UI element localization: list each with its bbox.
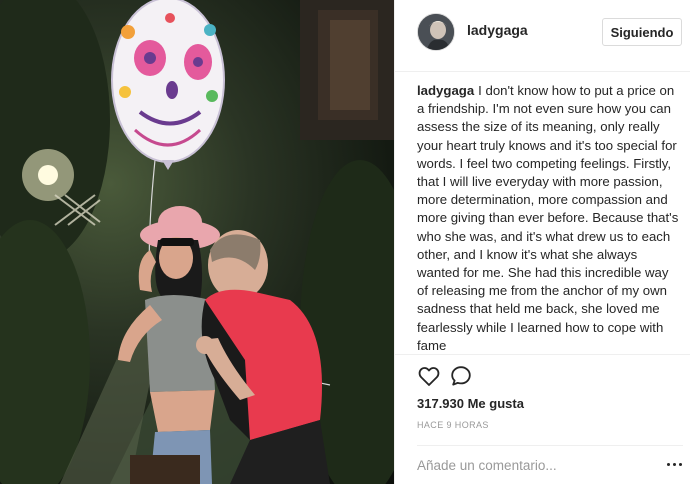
caption: ladygaga I don't know how to put a price … (417, 82, 683, 354)
username-link[interactable]: ladygaga (467, 22, 528, 38)
photo-illustration (0, 0, 394, 484)
skull-balloon (111, 0, 225, 170)
caption-text: I don't know how to put a price on a fri… (417, 83, 679, 353)
post-details-panel: ladygaga Siguiendo ladygaga I don't know … (394, 0, 690, 484)
comment-input[interactable] (417, 455, 647, 475)
following-button[interactable]: Siguiendo (602, 18, 682, 46)
heart-icon[interactable] (417, 364, 441, 388)
caption-container: ladygaga I don't know how to put a price … (417, 82, 683, 354)
divider (417, 445, 683, 446)
comment-icon[interactable] (449, 364, 473, 388)
post-header: ladygaga Siguiendo (395, 0, 690, 72)
more-options-icon[interactable] (666, 458, 684, 472)
post-photo[interactable] (0, 0, 394, 484)
divider (395, 354, 690, 355)
likes-count[interactable]: 317.930 Me gusta (417, 396, 524, 411)
caption-username-link[interactable]: ladygaga (417, 83, 474, 98)
instagram-post: ladygaga Siguiendo ladygaga I don't know … (0, 0, 690, 484)
post-timestamp[interactable]: HACE 9 HORAS (417, 420, 489, 430)
avatar-image (418, 14, 454, 50)
avatar[interactable] (417, 13, 455, 51)
